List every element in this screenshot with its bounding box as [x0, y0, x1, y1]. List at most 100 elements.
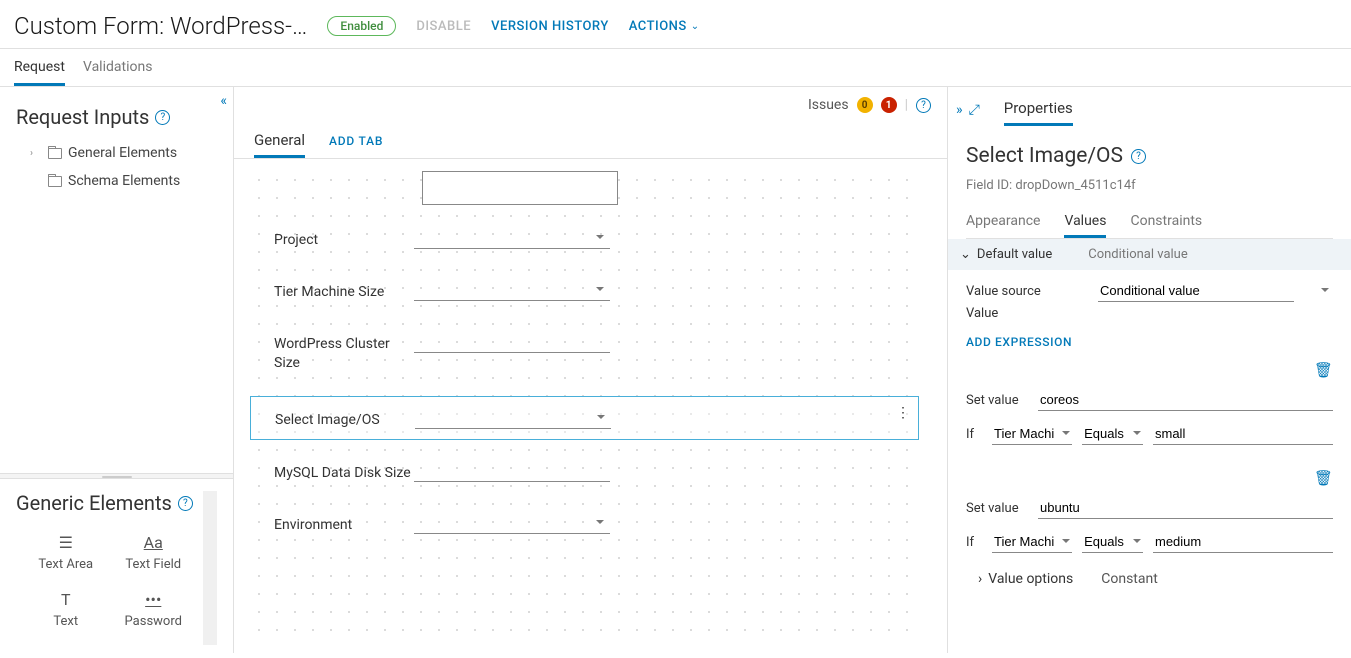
set-value-input[interactable] — [1038, 389, 1333, 411]
field-select[interactable] — [414, 279, 610, 301]
issues-warning-badge[interactable]: 0 — [857, 97, 873, 113]
tab-values[interactable]: Values — [1064, 207, 1106, 238]
set-value-label: Set value — [966, 393, 1028, 408]
properties-panel: » ⤢ Properties Select Image/OS ? Field I… — [947, 87, 1351, 653]
form-field-cluster[interactable]: WordPress Cluster Size — [250, 325, 919, 377]
if-row: If — [966, 417, 1333, 451]
if-value-input[interactable] — [1153, 423, 1333, 445]
tab-appearance[interactable]: Appearance — [966, 207, 1040, 238]
set-value-input[interactable] — [1038, 497, 1333, 519]
canvas-body[interactable]: Project Tier Machine Size WordPress Clus… — [234, 159, 947, 653]
element-text-field[interactable]: Aa Text Field — [110, 523, 198, 580]
element-text[interactable]: T Text — [22, 580, 110, 637]
field-select[interactable] — [414, 227, 610, 249]
value-options-toggle[interactable]: › Value options — [978, 571, 1073, 587]
maximize-icon[interactable]: ⤢ — [969, 102, 980, 118]
form-canvas: Issues 0 1 | ? General ADD TAB Project T… — [234, 87, 947, 653]
form-field-environment[interactable]: Environment — [250, 506, 919, 540]
accordion-label: Default value — [977, 247, 1052, 262]
text-area-icon: ☰ — [59, 531, 73, 553]
collapse-left-icon[interactable]: « — [220, 93, 227, 109]
main-tabs: Request Validations — [0, 49, 1351, 87]
tree-label: General Elements — [68, 145, 177, 161]
chevron-down-icon: ⌄ — [960, 247, 971, 262]
properties-tab[interactable]: Properties — [1004, 93, 1073, 126]
properties-header: » ⤢ Properties — [948, 87, 1351, 126]
value-source-row: Value source — [966, 270, 1333, 302]
canvas-toolbar: Issues 0 1 | ? — [234, 87, 947, 123]
form-field-disk[interactable]: MySQL Data Disk Size — [250, 454, 919, 488]
if-value-input[interactable] — [1153, 531, 1333, 553]
add-expression-button[interactable]: ADD EXPRESSION — [966, 321, 1072, 355]
issues-error-badge[interactable]: 1 — [881, 97, 897, 113]
value-options-row: › Value options Constant — [966, 559, 1333, 587]
element-label: Text Field — [125, 557, 181, 572]
tab-validations[interactable]: Validations — [83, 49, 152, 86]
tab-constraints[interactable]: Constraints — [1130, 207, 1202, 238]
values-accordion: ⌄ Default value Conditional value — [948, 239, 1351, 270]
version-history-button[interactable]: VERSION HISTORY — [491, 19, 609, 34]
issues-label: Issues — [808, 97, 849, 113]
panel-resize-handle[interactable] — [0, 473, 233, 479]
if-row: If — [966, 525, 1333, 559]
page-header: Custom Form: WordPress-… Enabled DISABLE… — [0, 0, 1351, 49]
accordion-conditional-value[interactable]: Conditional value — [1088, 247, 1188, 262]
text-field-icon: Aa — [144, 531, 163, 553]
field-select[interactable] — [414, 512, 610, 534]
scrollbar[interactable] — [203, 491, 217, 645]
chevron-right-icon: › — [978, 571, 982, 587]
field-input[interactable] — [414, 460, 610, 482]
field-label: Environment — [258, 512, 414, 534]
canvas-tab-general[interactable]: General — [254, 123, 305, 158]
form-field-project[interactable]: Project — [250, 221, 919, 255]
property-title: Select Image/OS ? — [966, 144, 1333, 168]
element-password[interactable]: ••• Password — [110, 580, 198, 637]
if-label: If — [966, 535, 982, 550]
element-label: Text — [53, 614, 78, 629]
tree-label: Schema Elements — [68, 173, 180, 189]
page-title: Custom Form: WordPress-… — [14, 12, 307, 40]
form-field-image-selected[interactable]: Select Image/OS ⋮ — [250, 396, 919, 440]
request-inputs-title: Request Inputs ? — [16, 105, 217, 129]
kebab-menu-icon[interactable]: ⋮ — [896, 405, 910, 421]
if-field-select[interactable] — [992, 423, 1072, 445]
actions-menu[interactable]: ACTIONS ⌄ — [629, 19, 700, 34]
element-text-area[interactable]: ☰ Text Area — [22, 523, 110, 580]
property-tabs: Appearance Values Constraints — [966, 207, 1333, 239]
expression-block: 🗑 Set value If — [966, 469, 1333, 559]
field-label: Project — [258, 227, 414, 249]
if-operator-select[interactable] — [1082, 531, 1143, 553]
help-icon[interactable]: ? — [155, 110, 170, 125]
disable-button: DISABLE — [416, 19, 471, 34]
help-icon[interactable]: ? — [178, 496, 193, 511]
tab-request[interactable]: Request — [14, 49, 65, 86]
help-icon[interactable]: ? — [916, 98, 931, 113]
chevron-right-icon: › — [30, 148, 42, 159]
actions-label: ACTIONS — [629, 19, 687, 34]
element-label: Text Area — [38, 557, 93, 572]
field-select[interactable] — [415, 407, 611, 429]
add-tab-button[interactable]: ADD TAB — [329, 134, 383, 148]
field-label: Tier Machine Size — [258, 279, 414, 301]
help-icon[interactable]: ? — [1131, 149, 1146, 164]
trash-icon[interactable]: 🗑 — [1314, 361, 1333, 379]
value-source-select[interactable] — [1098, 280, 1294, 302]
if-field-select[interactable] — [992, 531, 1072, 553]
field-input[interactable] — [414, 331, 610, 353]
expression-block: 🗑 Set value If — [966, 361, 1333, 451]
property-title-label: Select Image/OS — [966, 144, 1123, 168]
trash-icon[interactable]: 🗑 — [1314, 469, 1333, 487]
form-field-tier[interactable]: Tier Machine Size — [250, 273, 919, 307]
left-panel: « Request Inputs ? › General Elements Sc… — [0, 87, 234, 653]
element-label: Password — [125, 614, 182, 629]
if-operator-select[interactable] — [1082, 423, 1143, 445]
form-textarea-field[interactable] — [422, 171, 618, 205]
tree-item-schema[interactable]: Schema Elements — [20, 167, 213, 195]
set-value-row: Set value — [966, 383, 1333, 417]
tree-item-general[interactable]: › General Elements — [20, 139, 213, 167]
request-inputs-label: Request Inputs — [16, 105, 149, 129]
canvas-tabs: General ADD TAB — [234, 123, 947, 159]
accordion-default-value[interactable]: ⌄ Default value — [960, 247, 1052, 262]
if-label: If — [966, 427, 982, 442]
expand-right-icon[interactable]: » — [956, 102, 963, 118]
